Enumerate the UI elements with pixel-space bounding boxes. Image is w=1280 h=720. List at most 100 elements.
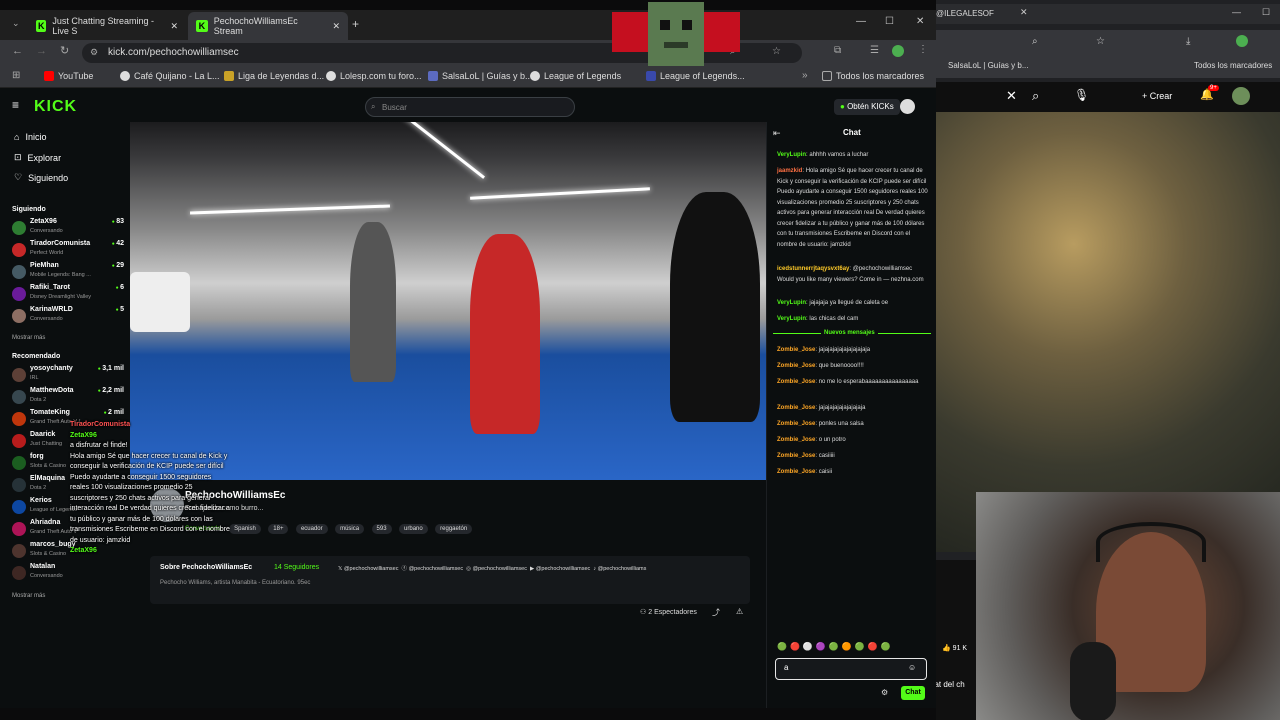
share-icon[interactable]: ⤴ — [712, 607, 720, 618]
chat-username[interactable]: Zombie_Jose — [777, 363, 815, 369]
download-icon[interactable]: ⤓ — [1186, 36, 1190, 47]
close-icon[interactable]: ✕ — [1020, 7, 1028, 18]
social-link[interactable]: @pechochowilliamsec — [344, 566, 399, 572]
mic-icon[interactable]: 🎙 — [1074, 88, 1089, 102]
chat-username[interactable]: Zombie_Jose — [777, 437, 815, 443]
search-icon[interactable]: ⌕ — [1032, 36, 1038, 47]
forward-icon[interactable]: → — [36, 45, 47, 57]
chat-username[interactable]: Zombie_Jose — [777, 421, 815, 427]
minimize-icon[interactable]: — — [856, 16, 866, 27]
close-icon[interactable]: ✕ — [1006, 88, 1017, 104]
new-tab-icon[interactable]: + — [352, 17, 359, 31]
bookmark-lol-2[interactable]: League of Legends... — [646, 71, 745, 81]
tab-just-chatting[interactable]: K Just Chatting Streaming - Live S ✕ — [28, 12, 186, 40]
chat-username[interactable]: Zombie_Jose — [777, 347, 815, 353]
social-link[interactable]: @pechochowilliamsec — [472, 566, 527, 572]
bookmark-star-icon[interactable]: ☆ — [1096, 36, 1105, 47]
following-channel[interactable]: KarinaWRLD Conversando 5 — [12, 306, 124, 326]
more-icon[interactable]: ⋮ — [918, 44, 928, 55]
chat-input[interactable]: a ☺ — [775, 658, 927, 680]
minimize-icon[interactable]: — — [1232, 7, 1241, 17]
send-chat-button[interactable]: Chat — [901, 686, 925, 700]
close-window-icon[interactable]: ✕ — [916, 16, 924, 27]
reload-icon[interactable]: ↻ — [60, 44, 69, 57]
nav-inicio[interactable]: ⌂ Inicio — [14, 132, 46, 142]
apps-icon[interactable]: ⊞ — [12, 70, 20, 81]
extensions-icon[interactable]: ⧉ — [834, 45, 841, 56]
account-avatar[interactable] — [1232, 87, 1250, 105]
close-icon[interactable]: ✕ — [170, 21, 178, 32]
create-button[interactable]: + Crear — [1142, 91, 1172, 101]
bookmark-youtube[interactable]: YouTube — [44, 71, 93, 81]
bookmark-lol[interactable]: League of Legends — [530, 71, 621, 81]
tag[interactable]: 593 — [371, 524, 392, 534]
nav-explorar[interactable]: ⊡ Explorar — [14, 152, 61, 163]
chat-username[interactable]: Zombie_Jose — [777, 379, 815, 385]
report-icon[interactable]: ⚠ — [736, 607, 743, 616]
chat-username[interactable]: icedstunnerrjtaqysvxt6ay — [777, 266, 849, 272]
right-tab-label[interactable]: @ILEGALESOF — [936, 9, 994, 18]
nav-siguiendo[interactable]: ♡ Siguiendo — [14, 172, 68, 183]
show-more-following[interactable]: Mostrar más — [12, 335, 45, 341]
chat-message: Zombie_Jose: casiiiii — [777, 453, 835, 459]
settings-icon[interactable]: ⚙ — [881, 688, 888, 697]
tag[interactable]: reggaetón — [435, 524, 473, 534]
bookmark-cafe[interactable]: Café Quijano - La L... — [120, 71, 220, 81]
following-channel[interactable]: Rafiki_Tarot Disney Dreamlight Valley 6 — [12, 284, 124, 304]
chat-username[interactable]: jaamzkid — [777, 168, 802, 174]
menu-icon[interactable]: ☰ — [870, 45, 879, 56]
emoji-icon[interactable]: ☺ — [908, 663, 916, 672]
maximize-icon[interactable]: ☐ — [1262, 7, 1270, 18]
profile-avatar[interactable] — [1236, 35, 1248, 47]
like-count[interactable]: 👍 91 K — [942, 644, 967, 652]
emote-bar[interactable]: 🟢🔴⚪🟣🟢🟠🟢🔴🟢 — [777, 642, 894, 651]
recommended-channel[interactable]: MatthewDota Dota 2 2,2 mil — [12, 387, 124, 407]
chat-username[interactable]: Zombie_Jose — [777, 453, 815, 459]
chat-username[interactable]: VeryLupin — [777, 316, 806, 322]
all-bookmarks[interactable]: Todos los marcadores — [1194, 61, 1272, 70]
close-icon[interactable]: ✕ — [332, 21, 340, 32]
social-link[interactable]: @pechochowilliamsec — [409, 566, 464, 572]
tag[interactable]: ecuador — [295, 524, 328, 534]
tag[interactable]: 18+ — [268, 524, 289, 534]
chat-message: jaamzkid: Hola amigo Sé que hacer crecer… — [777, 168, 928, 248]
chat-username[interactable]: Zombie_Jose — [777, 469, 815, 475]
tab-pechocho[interactable]: K PechochoWilliamsEc Stream ✕ — [188, 12, 348, 40]
following-channel[interactable]: ZetaX96 Conversando 83 — [12, 218, 124, 238]
recommended-channel[interactable]: Natalan Conversando — [12, 563, 124, 583]
social-link[interactable]: @pechochowilliamsec — [536, 566, 591, 572]
profile-avatar[interactable] — [892, 45, 904, 57]
recommended-channel[interactable]: yosoychanty IRL 3,1 mil — [12, 365, 124, 385]
bookmark-lolesp[interactable]: Lolesp.com tu foro... — [326, 71, 422, 81]
hamburger-icon[interactable]: ≡ — [12, 98, 19, 112]
back-icon[interactable]: ← — [12, 45, 23, 57]
search-input[interactable]: ⌕ Buscar — [365, 97, 575, 117]
chat-username[interactable]: Zombie_Jose — [777, 405, 815, 411]
obtain-kicks-button[interactable]: ● Obtén KICKs — [834, 99, 900, 115]
site-info-icon[interactable]: ⚙ — [90, 47, 98, 58]
chat-text: las chicas del cam — [809, 316, 859, 322]
collapse-chat-icon[interactable]: ⇤ — [773, 128, 781, 139]
bookmark-liga[interactable]: Liga de Leyendas d... — [224, 71, 324, 81]
following-channel[interactable]: PieMhan Mobile Legends: Bang ... 29 — [12, 262, 124, 282]
bookmark-salsalol[interactable]: SalsaLoL | Guías y b... — [428, 71, 533, 81]
pixel-art-overlay — [612, 2, 740, 66]
maximize-icon[interactable]: ☐ — [885, 16, 894, 27]
tab-list-icon[interactable]: ⌄ — [12, 18, 20, 29]
kick-logo[interactable]: KICK — [34, 98, 77, 116]
tag[interactable]: urbano — [399, 524, 428, 534]
show-more-recommended[interactable]: Mostrar más — [12, 593, 45, 599]
all-bookmarks[interactable]: Todos los marcadores — [822, 71, 924, 81]
chat-username[interactable]: VeryLupin — [777, 152, 806, 158]
bookmarks-overflow-icon[interactable]: » — [802, 70, 808, 81]
social-link[interactable]: @pechochowilliams — [598, 566, 647, 572]
tag[interactable]: música — [335, 524, 365, 534]
search-icon[interactable]: ⌕ — [1032, 88, 1039, 104]
chat-username[interactable]: VeryLupin — [777, 300, 806, 306]
channel-name: yosoychanty — [30, 365, 73, 372]
following-channel[interactable]: TiradorComunista Perfect World 42 — [12, 240, 124, 260]
user-avatar[interactable] — [900, 99, 915, 114]
bookmark-star-icon[interactable]: ☆ — [772, 46, 781, 57]
tag[interactable]: Spanish — [229, 524, 261, 534]
bookmark-salsalol[interactable]: SalsaLoL | Guías y b... — [948, 61, 1029, 70]
